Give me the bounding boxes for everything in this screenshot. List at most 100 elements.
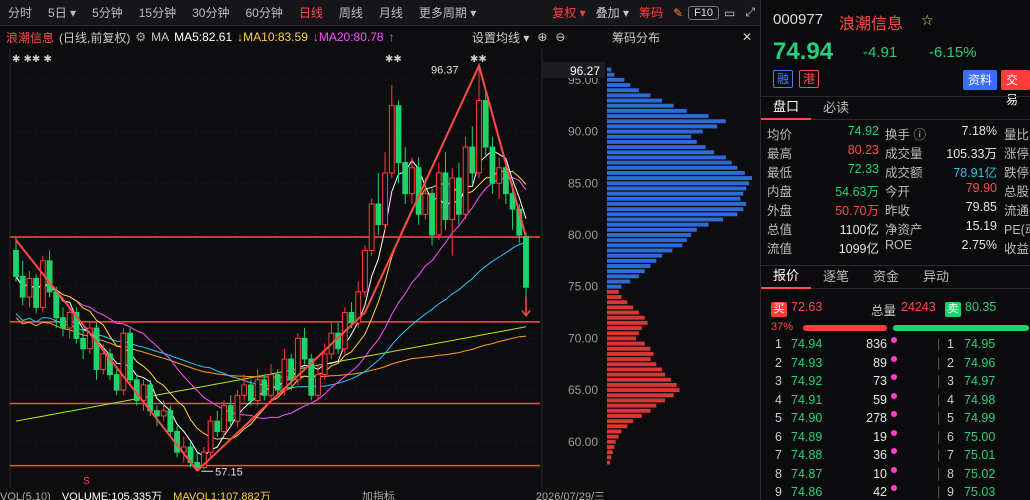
book-level[interactable]: 7 74.88 36 | 7 75.01 xyxy=(761,447,1030,466)
period-tab[interactable]: 15分钟 xyxy=(131,0,184,26)
period-tab[interactable]: 日线 xyxy=(291,0,331,26)
chip-bar xyxy=(607,398,665,403)
book-divider: | xyxy=(937,466,941,481)
candle-up xyxy=(362,249,368,293)
candle-down xyxy=(523,236,529,288)
set-ma-button[interactable]: 设置均线 ▾ xyxy=(472,29,529,46)
candle-up xyxy=(234,394,241,422)
chip-bar xyxy=(607,305,634,310)
chip-bar xyxy=(607,202,747,206)
y-tick-label: 75.00 xyxy=(568,280,598,294)
period-toolbar: 分时 5日 ▾ 5分钟 15分钟 30分钟 60分钟 日线 周线 月线 更多周期 ▾ 复权 ▾ 叠… xyxy=(0,0,760,26)
order-book: 1 74.94 836 | 1 74.95 2 74.93 89 | 2 74.96 3 74.92 73 |… xyxy=(761,336,1030,500)
period-tab[interactable]: 60分钟 xyxy=(237,0,290,26)
buy-sell-ratio: 37% xyxy=(761,320,1030,336)
tab-alerts[interactable]: 异动 xyxy=(911,266,961,288)
period-tab[interactable]: 分时 xyxy=(0,0,40,26)
candle-up xyxy=(268,374,274,396)
candle-up xyxy=(207,420,214,453)
chip-bar xyxy=(607,429,622,434)
hk-connect-tag[interactable]: 港 xyxy=(799,70,819,88)
period-tab[interactable]: 5日 ▾ xyxy=(40,0,84,26)
ask-level-num: 6 xyxy=(947,429,954,444)
favorite-icon[interactable]: ☆ xyxy=(921,12,934,29)
period-tab[interactable]: 5分钟 xyxy=(84,0,131,26)
stock-name: 浪潮信息 xyxy=(6,30,55,45)
chip-bar xyxy=(607,279,631,284)
tab-pankou[interactable]: 盘口 xyxy=(761,96,812,120)
draw-pen-icon[interactable]: ✎ xyxy=(668,6,688,20)
candle-up xyxy=(368,203,375,251)
zoom-out-icon[interactable]: ⊖ xyxy=(555,30,565,44)
kline-chart[interactable]: 95.0090.0085.0080.0075.0070.0065.0060.00… xyxy=(0,48,605,488)
book-level[interactable]: 3 74.92 73 | 3 74.97 xyxy=(761,373,1030,392)
book-divider: | xyxy=(937,411,941,425)
bid-qty: 89 xyxy=(873,355,887,370)
period-tab[interactable]: 30分钟 xyxy=(184,0,237,26)
ask-price: 75.00 xyxy=(964,429,996,444)
chip-bar xyxy=(607,419,634,424)
trade-button[interactable]: 交易 xyxy=(1001,70,1030,107)
margin-tag[interactable]: 融 xyxy=(773,70,793,88)
book-tabs: 报价 逐笔 资金 异动 xyxy=(761,265,1030,289)
settings-icon[interactable]: ⚙ xyxy=(135,30,146,44)
bid-qty: 36 xyxy=(873,448,887,462)
chip-bar xyxy=(607,336,636,341)
info-button[interactable]: 资料 xyxy=(963,70,998,90)
buy-badge: 买 xyxy=(771,302,787,317)
chip-bar xyxy=(607,315,645,320)
book-level[interactable]: 9 74.86 42 | 9 75.03 xyxy=(761,484,1030,500)
book-level[interactable]: 8 74.87 10 | 8 75.02 xyxy=(761,466,1030,485)
chip-bar xyxy=(607,284,622,289)
book-level[interactable]: 4 74.91 59 | 4 74.98 xyxy=(761,392,1030,411)
chip-bar xyxy=(607,129,703,134)
y-tick-label: 80.00 xyxy=(568,228,598,242)
add-indicator-button[interactable]: 加指标 xyxy=(362,491,395,500)
chip-bar xyxy=(607,393,674,398)
chip-bar xyxy=(607,274,639,279)
chip-bar xyxy=(607,176,752,181)
chip-bar xyxy=(607,362,657,367)
chips-close-icon[interactable]: ✕ xyxy=(742,30,752,44)
fuquan-button[interactable]: 复权 ▾ xyxy=(547,4,590,21)
candle-up xyxy=(321,353,328,376)
period-tab[interactable]: 月线 xyxy=(371,0,411,26)
book-level[interactable]: 1 74.94 836 | 1 74.95 xyxy=(761,336,1030,355)
minimize-icon[interactable]: ▭ xyxy=(719,6,740,20)
bid-marker-icon xyxy=(891,466,897,473)
overlay-button[interactable]: 叠加 ▾ xyxy=(591,4,634,21)
tab-ticks[interactable]: 逐笔 xyxy=(811,266,861,288)
chip-bar xyxy=(607,119,726,124)
chip-bar xyxy=(607,341,645,346)
book-divider: | xyxy=(937,448,941,462)
period-tab[interactable]: 更多周期 ▾ xyxy=(411,0,484,26)
chip-bar xyxy=(607,320,648,325)
zoom-in-icon[interactable]: ⊕ xyxy=(537,30,547,44)
period-tab[interactable]: 周线 xyxy=(331,0,371,26)
signal-star-mark: ✱✱ xyxy=(470,54,487,65)
ask-level-num: 3 xyxy=(947,374,954,388)
ma5-value: MA5:82.61 xyxy=(174,30,233,44)
fullscreen-icon[interactable]: ⤢ xyxy=(740,5,760,20)
chips-button[interactable]: 筹码 xyxy=(634,4,668,21)
candle-up xyxy=(449,177,456,220)
ma10-value: MA10:83.59 xyxy=(243,30,308,44)
chip-bar xyxy=(607,67,612,72)
tab-bidu[interactable]: 必读 xyxy=(811,97,861,119)
candle-down xyxy=(53,291,60,319)
candle-down xyxy=(288,358,295,381)
book-level[interactable]: 2 74.93 89 | 2 74.96 xyxy=(761,355,1030,374)
tab-quote[interactable]: 报价 xyxy=(761,265,812,289)
chip-bar xyxy=(607,217,723,222)
book-level[interactable]: 5 74.90 278 | 5 74.99 xyxy=(761,410,1030,429)
candle-down xyxy=(214,420,221,432)
book-level[interactable]: 6 74.89 19 | 6 75.00 xyxy=(761,429,1030,448)
book-divider: | xyxy=(937,337,941,351)
f10-button[interactable]: F10 xyxy=(688,5,720,20)
chip-bar xyxy=(607,134,692,139)
stat-value: 2.75% xyxy=(961,238,997,252)
candle-up xyxy=(254,379,261,401)
book-divider: | xyxy=(937,374,941,388)
y-tick-label: 90.00 xyxy=(568,125,598,139)
tab-funds[interactable]: 资金 xyxy=(861,266,911,288)
